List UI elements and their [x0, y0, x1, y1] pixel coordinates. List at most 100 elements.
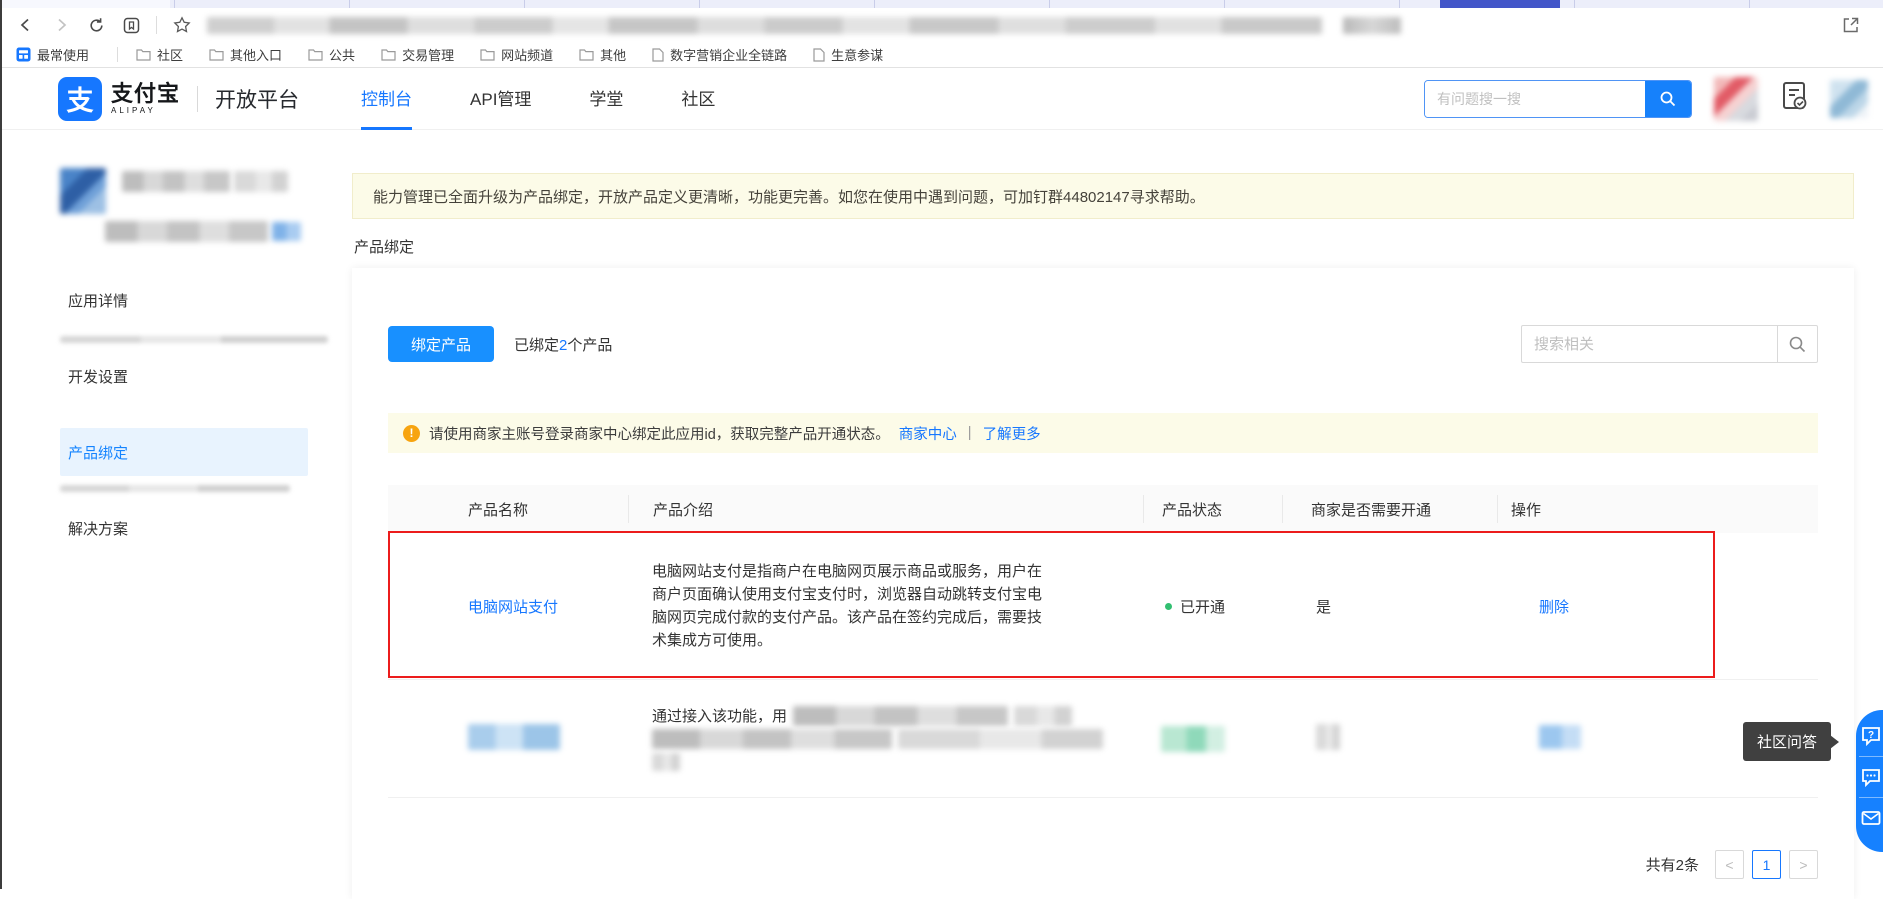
tab-community[interactable]: 社区 — [681, 68, 715, 130]
alipay-logo-icon[interactable]: 支 — [58, 77, 102, 121]
product-description-partial: 通过接入该功能，用 — [652, 705, 787, 726]
table-row-redacted: 通过接入该功能，用 — [388, 680, 1818, 798]
delete-link[interactable]: 删除 — [1539, 599, 1569, 616]
status-redacted — [1161, 726, 1225, 752]
product-search-input[interactable] — [1521, 325, 1777, 363]
agreement-doc-icon[interactable] — [1780, 80, 1808, 117]
bookmark-label: 最常使用 — [37, 45, 89, 64]
browser-toolbar — [0, 8, 1883, 42]
account-avatar-redacted[interactable] — [1830, 80, 1868, 118]
product-desc-cell: 通过接入该功能，用 — [628, 704, 1143, 773]
tab-academy[interactable]: 学堂 — [589, 68, 623, 130]
brand-text: 支付宝 ALIPAY — [111, 83, 180, 115]
svg-text:?: ? — [1868, 730, 1874, 741]
bookmark-label: 其他入口 — [230, 45, 282, 64]
search-icon — [1788, 335, 1807, 354]
header-right — [1424, 77, 1883, 121]
card-toolbar: 绑定产品 已绑定2个产品 — [388, 325, 1818, 363]
bookmark-folder[interactable]: 其他入口 — [209, 45, 282, 64]
file-icon — [652, 48, 664, 62]
pagination-next-button[interactable]: > — [1789, 850, 1818, 879]
col-header-actions: 操作 — [1497, 495, 1818, 523]
product-name-cell: 电脑网站支付 — [388, 596, 628, 617]
refresh-icon[interactable] — [86, 15, 106, 35]
chat-icon[interactable] — [1859, 765, 1883, 789]
table-row: 电脑网站支付 电脑网站支付是指商户在电脑网页展示商品或服务，用户在商户页面确认使… — [388, 533, 1818, 680]
bookmark-folder[interactable]: 交易管理 — [381, 45, 454, 64]
header-search-input[interactable] — [1425, 81, 1645, 117]
community-qa-tooltip: 社区问答 — [1743, 722, 1831, 761]
apps-icon — [16, 47, 31, 62]
bookmarks-bar: 最常使用 社区 其他入口 公共 交易管理 网站频道 其他 数字营销企业全链路 生… — [0, 42, 1883, 68]
table-header-row: 产品名称 产品介绍 产品状态 商家是否需要开通 操作 — [388, 485, 1818, 533]
sidebar-item-app-details[interactable]: 应用详情 — [60, 276, 308, 324]
toolbar-divider — [156, 16, 157, 34]
pagination-prev-button[interactable]: < — [1715, 850, 1744, 879]
warning-separator: | — [968, 425, 972, 441]
bookmark-page[interactable]: 数字营销企业全链路 — [652, 45, 787, 64]
bound-count-prefix: 已绑定 — [514, 337, 559, 354]
bound-count-text: 已绑定2个产品 — [514, 334, 612, 355]
tabstrip-left-segment — [0, 0, 170, 8]
action-redacted[interactable] — [1539, 725, 1581, 749]
bookmark-page[interactable]: 生意参谋 — [813, 45, 883, 64]
header-search-button[interactable] — [1645, 81, 1691, 117]
bind-product-button[interactable]: 绑定产品 — [388, 326, 494, 362]
bookmark-folder[interactable]: 公共 — [308, 45, 355, 64]
merchant-required-cell — [1282, 724, 1497, 754]
sidebar: 应用详情 开发设置 产品绑定 解决方案 — [0, 130, 352, 899]
open-in-new-window-icon[interactable] — [1841, 15, 1861, 40]
bookmark-folder[interactable]: 网站频道 — [480, 45, 553, 64]
feedback-mail-icon[interactable] — [1859, 806, 1883, 830]
folder-icon — [136, 48, 151, 61]
url-redacted[interactable] — [207, 17, 1322, 34]
floating-bar-divider — [1859, 797, 1883, 798]
top-nav: 控制台 API管理 学堂 社区 — [361, 68, 715, 130]
community-qa-icon[interactable]: ? — [1859, 724, 1883, 748]
bookmark-star-icon[interactable] — [172, 15, 192, 35]
folder-icon — [480, 48, 495, 61]
folder-icon — [579, 48, 594, 61]
app-shortcut-icon[interactable] — [121, 15, 141, 35]
app-name-redacted — [122, 171, 230, 192]
user-avatar-redacted[interactable] — [1714, 77, 1758, 121]
bookmark-folder[interactable]: 社区 — [136, 45, 183, 64]
app-profile — [60, 168, 352, 276]
app-header: 支 支付宝 ALIPAY 开放平台 控制台 API管理 学堂 社区 — [0, 68, 1883, 130]
brand-name-cn: 支付宝 — [111, 83, 180, 105]
tab-api-management[interactable]: API管理 — [470, 68, 531, 130]
learn-more-link[interactable]: 了解更多 — [983, 423, 1041, 444]
browser-tabstrip — [0, 0, 1883, 8]
warning-icon: ! — [403, 425, 420, 442]
tabstrip-active-segment — [1440, 0, 1560, 8]
col-header-merchant-required: 商家是否需要开通 — [1282, 495, 1497, 523]
bookmark-folder[interactable]: 其他 — [579, 45, 626, 64]
back-icon[interactable] — [16, 15, 36, 35]
folder-icon — [209, 48, 224, 61]
product-binding-card: 绑定产品 已绑定2个产品 ! 请使用商家主账号登录商家中心绑定此应用id，获取完… — [352, 268, 1854, 899]
sidebar-item-product-binding[interactable]: 产品绑定 — [60, 428, 308, 476]
product-search-button[interactable] — [1777, 325, 1818, 363]
product-link[interactable]: 电脑网站支付 — [468, 599, 558, 616]
header-search — [1424, 80, 1692, 118]
description-redacted — [898, 729, 1103, 749]
col-header-product-status: 产品状态 — [1143, 495, 1282, 523]
url-redacted-tail — [1343, 17, 1401, 34]
app-id-redacted — [105, 221, 268, 242]
forward-icon[interactable] — [51, 15, 71, 35]
page-title: 产品绑定 — [352, 236, 1854, 257]
folder-icon — [381, 48, 396, 61]
merchant-center-link[interactable]: 商家中心 — [899, 423, 957, 444]
warning-text: 请使用商家主账号登录商家中心绑定此应用id，获取完整产品开通状态。 — [429, 423, 890, 444]
product-name-redacted[interactable] — [468, 724, 560, 750]
pagination-total: 共有2条 — [1646, 854, 1699, 875]
sidebar-divider-redacted — [60, 485, 290, 492]
bookmark-most-used[interactable]: 最常使用 — [16, 45, 89, 64]
sidebar-item-dev-settings[interactable]: 开发设置 — [60, 352, 308, 400]
product-status-cell — [1143, 726, 1282, 752]
sidebar-item-solutions[interactable]: 解决方案 — [60, 504, 308, 552]
merchant-warning: ! 请使用商家主账号登录商家中心绑定此应用id，获取完整产品开通状态。 商家中心… — [388, 413, 1818, 453]
tab-console[interactable]: 控制台 — [361, 68, 412, 130]
status-dot-green — [1165, 603, 1172, 610]
pagination-page-1[interactable]: 1 — [1752, 850, 1781, 879]
